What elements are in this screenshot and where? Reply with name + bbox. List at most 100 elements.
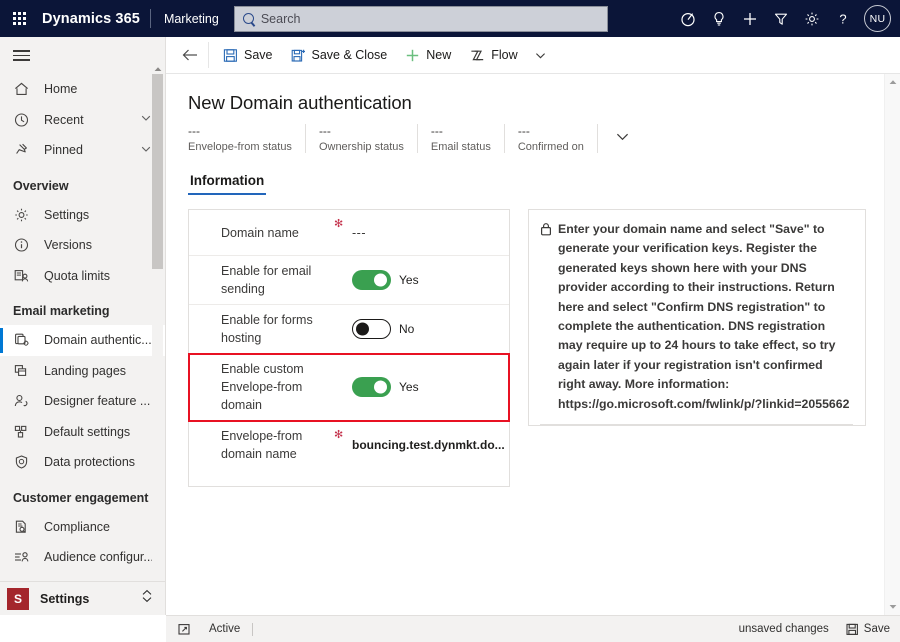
sidebar-item-home[interactable]: Home [0, 74, 165, 105]
sidebar-item-domain-authentication[interactable]: Domain authentic... [0, 325, 165, 356]
header-expand-chevron-icon[interactable] [614, 130, 631, 148]
command-label: New [426, 48, 452, 62]
command-label: Save [244, 48, 273, 62]
question-icon[interactable]: ? [827, 0, 858, 37]
expand-icon[interactable] [178, 623, 191, 636]
field-label: Enable for forms hosting [221, 313, 313, 345]
sidebar-item-audience-configuration[interactable]: Audience configur... [0, 542, 165, 573]
sidebar-item-settings[interactable]: Settings [0, 200, 165, 231]
quota-icon [13, 267, 34, 285]
status-divider [252, 622, 254, 636]
page-scroll-region: New Domain authentication --- Envelope-f… [166, 74, 900, 615]
plus-icon[interactable] [734, 0, 765, 37]
toggle-wrapper: Yes [352, 270, 419, 290]
toggle-state-label: No [399, 322, 415, 336]
required-indicator: ✻ [334, 218, 344, 230]
sidebar-item-data-protections[interactable]: Data protections [0, 447, 165, 478]
header-stat-strip: --- Envelope-from status --- Ownership s… [188, 124, 900, 153]
unsaved-changes-label: unsaved changes [738, 623, 829, 635]
save-and-close-button[interactable]: Save & Close [282, 40, 397, 70]
save-icon [846, 623, 858, 635]
status-bar-right: unsaved changes Save [739, 623, 890, 636]
sidebar-item-versions[interactable]: Versions [0, 230, 165, 261]
command-bar: Save Save & Close New Flow [166, 37, 900, 74]
field-row-envelope-from-domain-name: Envelope-from domain name ✻ bouncing.tes… [189, 421, 509, 469]
header-stat: --- Email status [431, 124, 505, 153]
information-form-card: Domain name ✻ --- Enable for email sendi… [188, 209, 510, 487]
brand-title[interactable]: Dynamics 365 [38, 11, 150, 27]
sidebar-item-label: Quota limits [44, 268, 110, 283]
tab-information[interactable]: Information [188, 173, 267, 195]
flow-icon [469, 48, 485, 63]
field-row-enable-forms-hosting: Enable for forms hosting No [189, 305, 509, 354]
assistant-icon[interactable] [672, 0, 703, 37]
field-label: Enable custom Envelope-from domain [221, 362, 304, 412]
chevron-down-icon[interactable] [140, 143, 152, 158]
sidebar-item-designer-features[interactable]: Designer feature ... [0, 386, 165, 417]
top-navigation-bar: Dynamics 365 Marketing Search ? NU [0, 0, 900, 37]
avatar[interactable]: NU [864, 5, 891, 32]
save-button[interactable]: Save [214, 40, 282, 70]
app-switcher-footer[interactable]: S Settings [0, 581, 165, 615]
sidebar-group-title: Overview [13, 178, 69, 193]
toggle-enable-email-sending[interactable] [352, 270, 391, 290]
sidebar-item-label: Designer feature ... [44, 394, 151, 409]
filter-icon[interactable] [765, 0, 796, 37]
field-value-envelope-from-domain-name[interactable]: bouncing.test.dynmkt.do... [352, 438, 505, 452]
command-label: Flow [491, 48, 518, 62]
field-value-domain-name[interactable]: --- [352, 226, 366, 240]
sidebar-item-label: Landing pages [44, 363, 127, 378]
header-stat-value: --- [517, 124, 530, 138]
sidebar-item-label: Domain authentic... [44, 333, 152, 348]
flow-button[interactable]: Flow [460, 40, 526, 70]
tab-strip: Information [188, 173, 900, 195]
main-scrollbar-track[interactable] [884, 74, 900, 615]
status-bar-left-fill [0, 615, 166, 642]
search-placeholder: Search [260, 11, 301, 26]
app-name-label[interactable]: Marketing [151, 12, 232, 26]
search-input[interactable]: Search [233, 5, 608, 32]
sidebar-item-label: Compliance [44, 519, 111, 534]
sidebar-item-recent[interactable]: Recent [0, 105, 165, 136]
required-indicator: ✻ [334, 429, 344, 441]
scroll-up-icon[interactable] [152, 63, 163, 74]
sidebar-item-label: Audience configur... [44, 550, 154, 565]
sidebar-item-default-settings[interactable]: Default settings [0, 417, 165, 448]
chevron-down-icon[interactable] [140, 112, 152, 127]
grid-shapes-icon [13, 423, 34, 441]
scroll-down-icon[interactable] [885, 599, 900, 615]
sidebar: Home Recent Pinned Overview Settings Ver… [0, 37, 166, 615]
scroll-up-icon[interactable] [885, 74, 900, 90]
person-check-icon [13, 392, 34, 410]
content-row: Domain name ✻ --- Enable for email sendi… [188, 209, 900, 487]
header-stat-value: --- [188, 124, 200, 138]
sidebar-nav-scroll-region: Home Recent Pinned Overview Settings Ver… [0, 74, 165, 615]
app-tile-label: Settings [40, 591, 90, 606]
new-button[interactable]: New [396, 40, 460, 70]
gear-icon[interactable] [796, 0, 827, 37]
lightbulb-icon[interactable] [703, 0, 734, 37]
toggle-enable-forms-hosting[interactable] [352, 319, 391, 339]
app-launcher-icon[interactable] [0, 0, 38, 37]
field-label: Envelope-from domain name [221, 429, 303, 461]
toggle-state-label: Yes [399, 273, 419, 287]
hamburger-menu-icon[interactable] [0, 37, 165, 74]
gear-icon [13, 206, 34, 224]
sidebar-item-pinned[interactable]: Pinned [0, 135, 165, 166]
status-save-button[interactable]: Save [846, 623, 890, 636]
app-switcher-icon[interactable] [141, 589, 153, 608]
toggle-enable-custom-envelope-from-domain[interactable] [352, 377, 391, 397]
sidebar-item-landing-pages[interactable]: Landing pages [0, 356, 165, 387]
sidebar-item-label: Pinned [44, 143, 83, 158]
info-panel-text: Enter your domain name and select "Save"… [558, 222, 850, 411]
header-stat-value: --- [430, 124, 443, 138]
sidebar-item-compliance[interactable]: Compliance [0, 512, 165, 543]
toggle-wrapper: Yes [352, 377, 419, 397]
sidebar-scrollbar-thumb[interactable] [152, 74, 163, 269]
command-overflow-icon[interactable] [527, 40, 554, 70]
back-button[interactable] [174, 40, 206, 70]
info-help-panel: Enter your domain name and select "Save"… [528, 209, 866, 427]
sidebar-item-label: Versions [44, 238, 92, 253]
sidebar-item-quota-limits[interactable]: Quota limits [0, 261, 165, 292]
audience-icon [13, 548, 34, 566]
